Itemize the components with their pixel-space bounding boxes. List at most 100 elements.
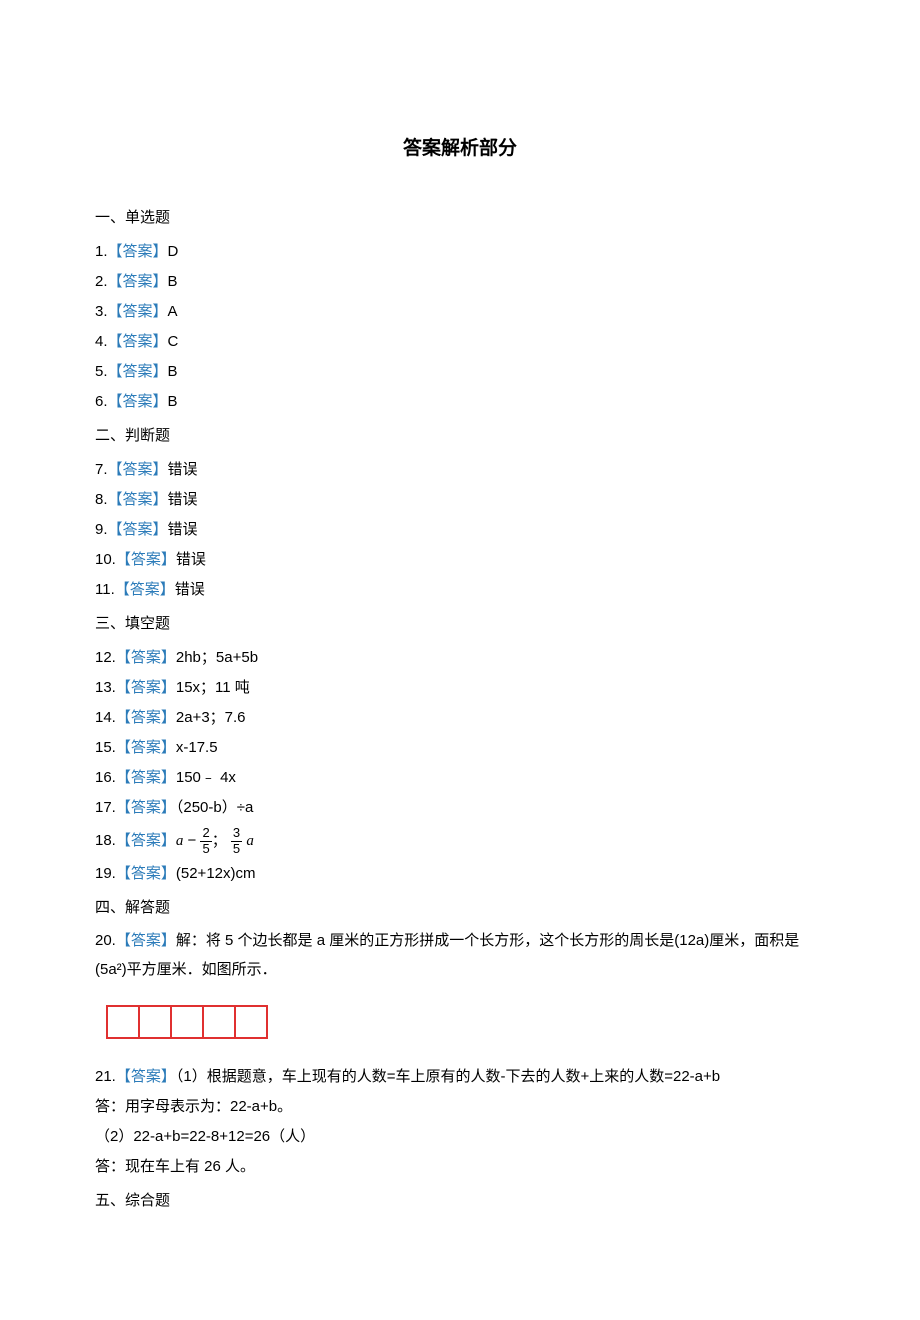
q17-number: 17. [95,799,116,816]
q3-value: A [168,303,178,320]
answer-q16: 16.【答案】150﹣ 4x [95,763,825,793]
answer-q3: 3.【答案】A [95,297,825,327]
answer-q18: 18.【答案】a − 25； 35 a [95,823,825,859]
q5-value: B [168,363,178,380]
q8-value: 错误 [168,491,198,508]
answer-q20: 20.【答案】解：将 5 个边长都是 a 厘米的正方形拼成一个长方形，这个长方形… [95,927,825,984]
q16-number: 16. [95,769,116,786]
q5-number: 5. [95,363,108,380]
q18-separator: ； [212,832,227,849]
q18-fraction-1: 25 [200,826,211,856]
q10-value: 错误 [176,551,206,568]
q10-number: 10. [95,551,116,568]
answer-q5: 5.【答案】B [95,357,825,387]
answer-q7: 7.【答案】错误 [95,455,825,485]
q21-line3: （2）22-a+b=22-8+12=26（人） [95,1122,825,1152]
answer-q1: 1.【答案】D [95,237,825,267]
q4-number: 4. [95,333,108,350]
q9-number: 9. [95,521,108,538]
q2-value: B [168,273,178,290]
answer-label: 【答案】 [108,521,168,538]
q6-value: B [168,393,178,410]
answer-label: 【答案】 [108,303,168,320]
q11-number: 11. [95,581,115,598]
q1-value: D [168,243,179,260]
q13-value: 15x；11 吨 [176,679,250,696]
q20-diagram [105,1004,825,1042]
answer-label: 【答案】 [116,679,176,696]
q21-line4: 答：现在车上有 26 人。 [95,1152,825,1182]
answer-label: 【答案】 [116,832,176,849]
answer-label: 【答案】 [108,363,168,380]
answer-q17: 17.【答案】（250-b）÷a [95,793,825,823]
section-3-header: 三、填空题 [95,609,825,639]
q3-number: 3. [95,303,108,320]
q6-number: 6. [95,393,108,410]
answer-q11: 11.【答案】错误 [95,575,825,605]
q20-text2: (5a²)平方厘米．如图所示． [95,961,277,978]
answer-q8: 8.【答案】错误 [95,485,825,515]
q15-number: 15. [95,739,116,756]
q15-value: x-17.5 [176,739,218,756]
answer-label: 【答案】 [115,581,175,598]
q13-number: 13. [95,679,116,696]
q17-value: （250-b）÷a [176,799,253,816]
answer-label: 【答案】 [116,649,176,666]
answer-q19: 19.【答案】(52+12x)cm [95,859,825,889]
q21-number: 21. [95,1068,116,1085]
q18-f2-den: 5 [231,842,242,856]
q14-value: 2a+3；7.6 [176,709,246,726]
answer-label: 【答案】 [116,932,176,949]
answer-label: 【答案】 [108,273,168,290]
section-1-header: 一、单选题 [95,203,825,233]
q18-fraction-2: 35 [231,826,242,856]
answer-q21: 21.【答案】（1）根据题意，车上现有的人数=车上原有的人数-下去的人数+上来的… [95,1062,825,1092]
section-5-header: 五、综合题 [95,1186,825,1216]
answer-label: 【答案】 [116,799,176,816]
q18-f1-den: 5 [200,842,211,856]
q4-value: C [168,333,179,350]
answer-label: 【答案】 [116,865,176,882]
q20-number: 20. [95,932,116,949]
answer-q14: 14.【答案】2a+3；7.6 [95,703,825,733]
q12-number: 12. [95,649,116,666]
q21-line2: 答：用字母表示为：22-a+b。 [95,1092,825,1122]
answer-label: 【答案】 [108,461,168,478]
q11-value: 错误 [175,581,205,598]
answer-label: 【答案】 [108,243,168,260]
q19-number: 19. [95,865,116,882]
answer-q6: 6.【答案】B [95,387,825,417]
answer-q12: 12.【答案】2hb；5a+5b [95,643,825,673]
answer-label: 【答案】 [116,769,176,786]
q21-line1: （1）根据题意，车上现有的人数=车上原有的人数-下去的人数+上来的人数=22-a… [176,1068,720,1085]
answer-label: 【答案】 [108,333,168,350]
answer-q15: 15.【答案】x-17.5 [95,733,825,763]
q8-number: 8. [95,491,108,508]
q2-number: 2. [95,273,108,290]
section-4-header: 四、解答题 [95,893,825,923]
answer-q2: 2.【答案】B [95,267,825,297]
answer-label: 【答案】 [116,739,176,756]
answer-q9: 9.【答案】错误 [95,515,825,545]
q18-minus: − [183,832,200,849]
q19-value: (52+12x)cm [176,865,256,882]
q12-value: 2hb；5a+5b [176,649,258,666]
section-2-header: 二、判断题 [95,421,825,451]
answer-label: 【答案】 [116,1068,176,1085]
q9-value: 错误 [168,521,198,538]
answer-label: 【答案】 [108,393,168,410]
q7-number: 7. [95,461,108,478]
answer-q4: 4.【答案】C [95,327,825,357]
q7-value: 错误 [168,461,198,478]
page-title: 答案解析部分 [95,130,825,168]
answer-q10: 10.【答案】错误 [95,545,825,575]
q16-value: 150﹣ 4x [176,769,236,786]
q18-number: 18. [95,832,116,849]
q20-text1: 解：将 5 个边长都是 a 厘米的正方形拼成一个长方形，这个长方形的周长是(12… [176,932,799,949]
q18-var-a2: a [246,833,254,849]
answer-label: 【答案】 [108,491,168,508]
q18-f2-num: 3 [231,826,242,841]
answer-label: 【答案】 [116,709,176,726]
answer-label: 【答案】 [116,551,176,568]
q1-number: 1. [95,243,108,260]
